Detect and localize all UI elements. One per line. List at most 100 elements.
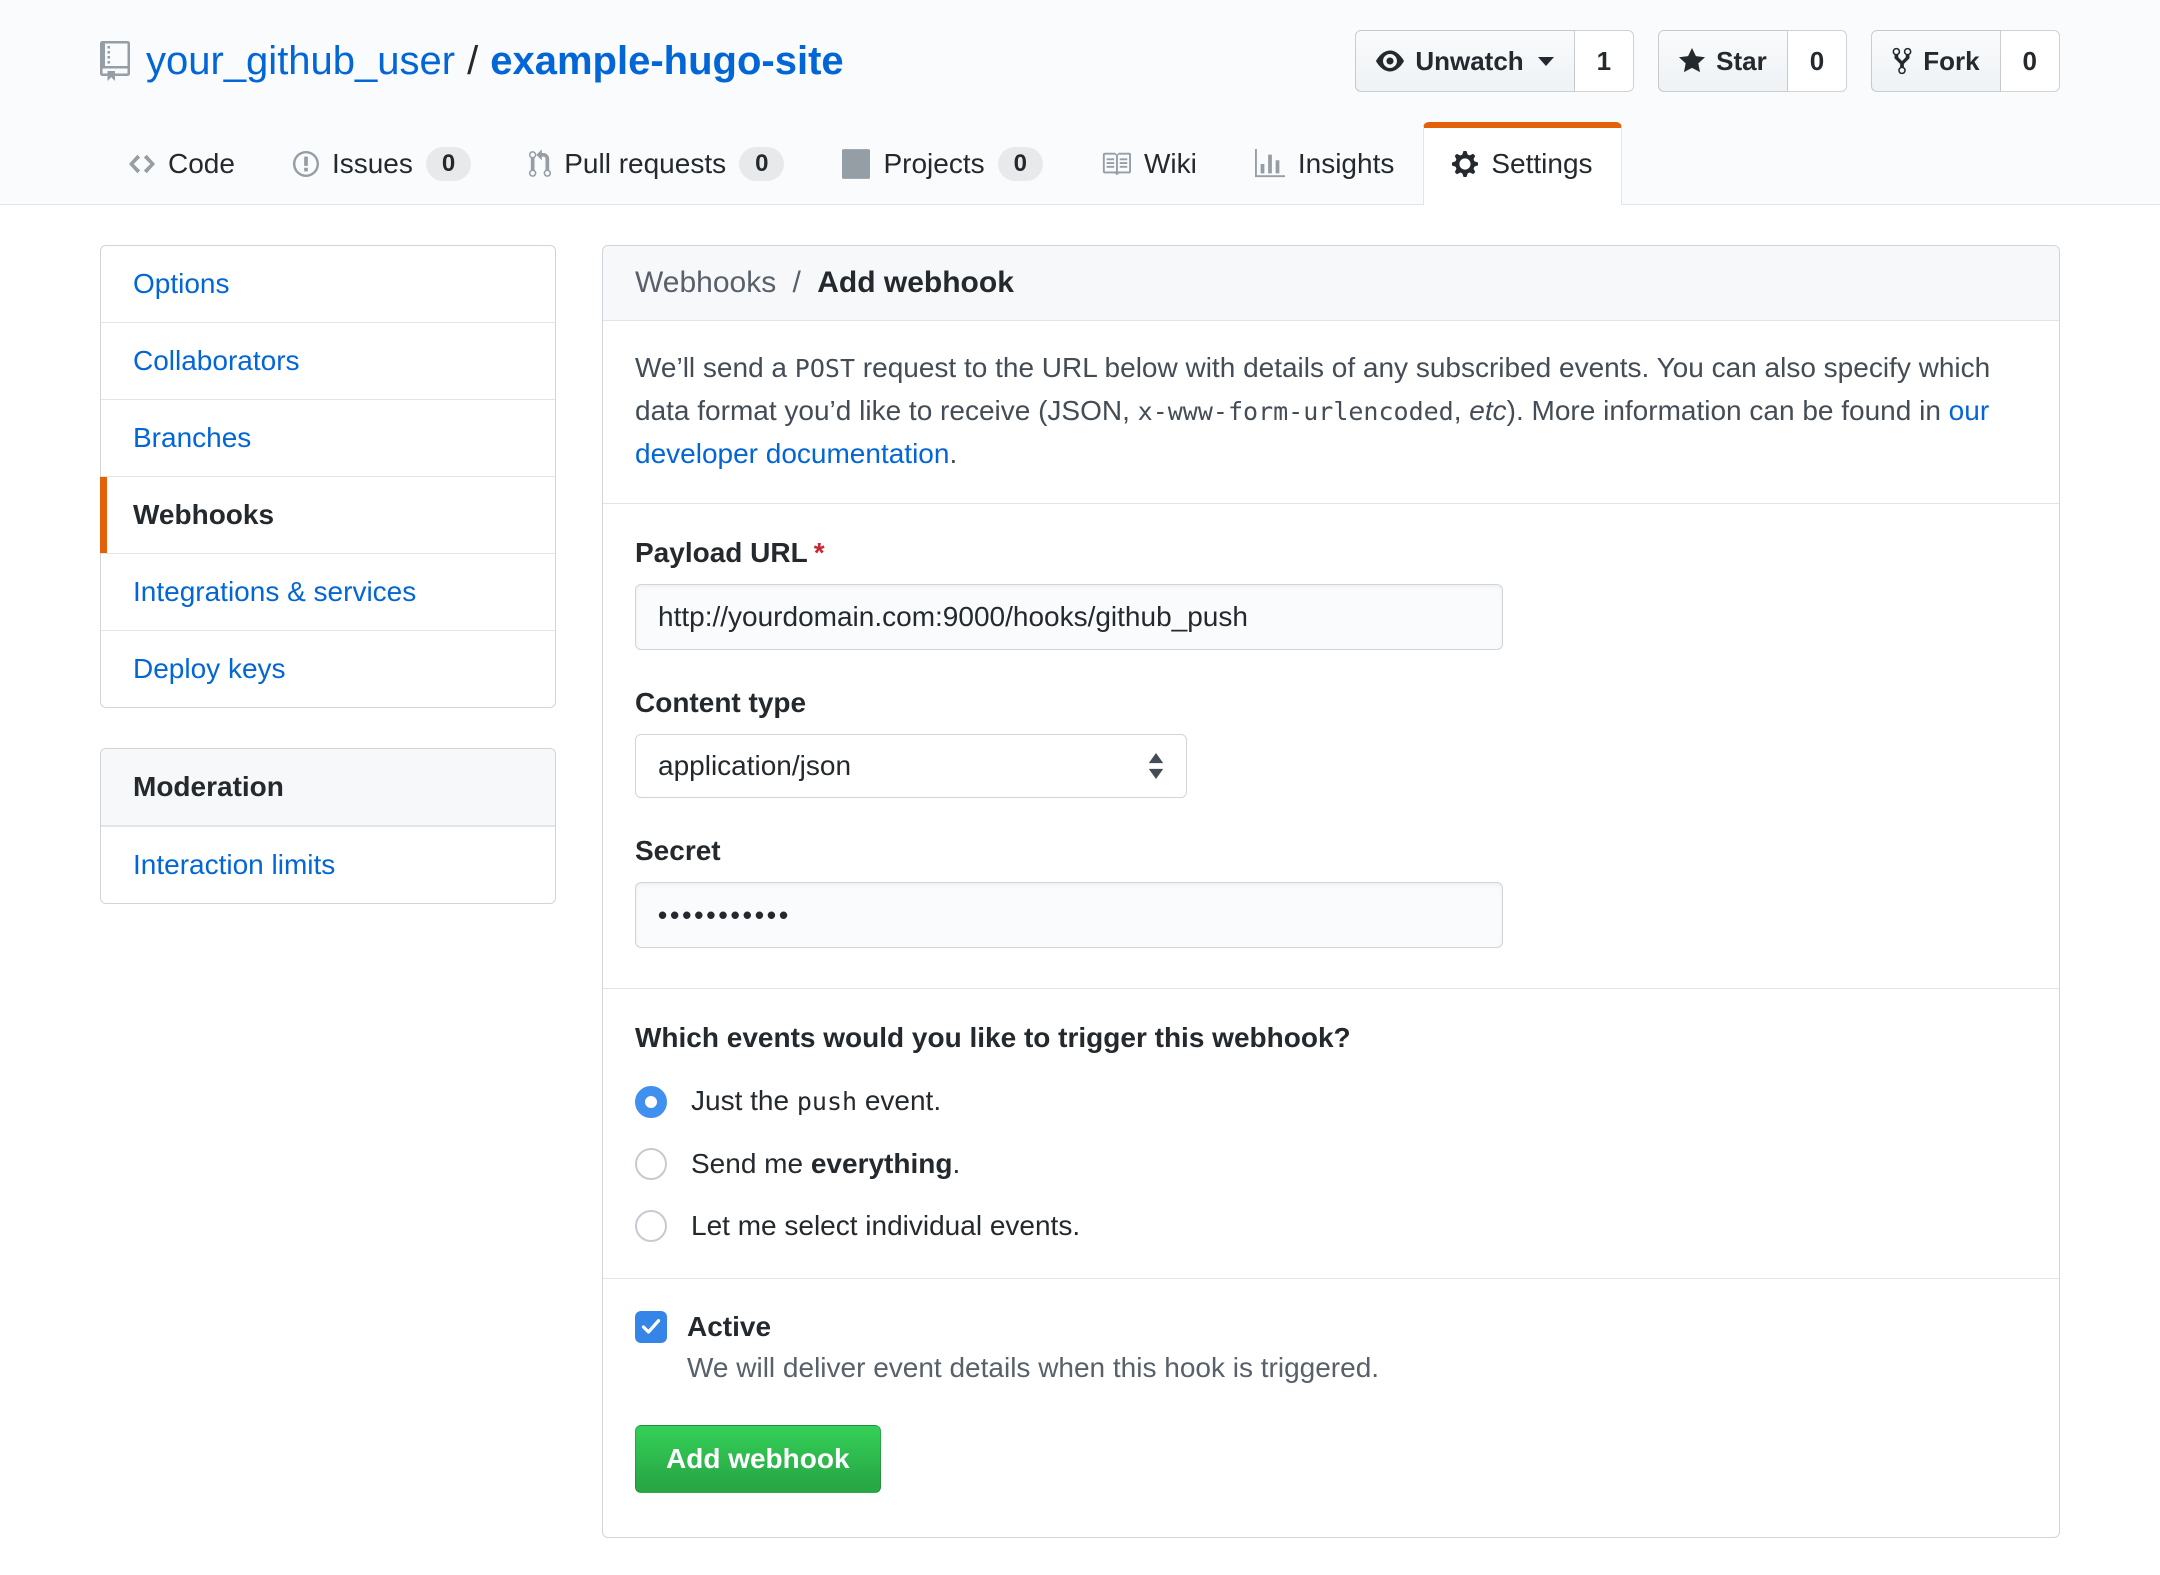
everything-bold-text: everything bbox=[811, 1148, 953, 1179]
breadcrumb-webhooks-link[interactable]: Webhooks bbox=[635, 266, 776, 299]
sidebar-item-webhooks[interactable]: Webhooks bbox=[101, 476, 555, 553]
eye-icon bbox=[1376, 47, 1404, 75]
tab-projects[interactable]: Projects 0 bbox=[813, 122, 1072, 205]
sidebar-item-deploy-keys[interactable]: Deploy keys bbox=[101, 630, 555, 707]
repo-owner-link[interactable]: your_github_user bbox=[146, 39, 455, 84]
description-text: ). More information can be found in bbox=[1507, 395, 1949, 426]
caret-down-icon bbox=[1538, 57, 1554, 66]
project-icon bbox=[842, 149, 870, 179]
issues-counter: 0 bbox=[426, 147, 471, 181]
radio-push-pre: Just the bbox=[691, 1085, 797, 1116]
add-webhook-button[interactable]: Add webhook bbox=[635, 1425, 881, 1493]
sidebar-item-options[interactable]: Options bbox=[101, 246, 555, 322]
content-type-group: Content type application/json bbox=[635, 686, 2027, 798]
select-arrows-icon bbox=[1148, 753, 1164, 779]
tab-settings[interactable]: Settings bbox=[1423, 122, 1621, 205]
fork-button[interactable]: Fork bbox=[1871, 30, 2000, 92]
breadcrumb-separator: / bbox=[793, 266, 801, 299]
repo-tabnav: Code Issues 0 Pull requests 0 Projects 0… bbox=[100, 122, 2060, 205]
tab-pull-requests-label: Pull requests bbox=[564, 149, 726, 179]
webhook-panel: Webhooks / Add webhook We’ll send a POST… bbox=[602, 245, 2060, 1538]
urlencoded-code-text: x-www-form-urlencoded bbox=[1138, 397, 1454, 426]
active-section: Active We will deliver event details whe… bbox=[603, 1279, 2059, 1537]
sidebar-item-collaborators[interactable]: Collaborators bbox=[101, 322, 555, 399]
projects-counter: 0 bbox=[998, 147, 1043, 181]
radio-row-push: Just the push event. bbox=[635, 1085, 2027, 1118]
events-section: Which events would you like to trigger t… bbox=[603, 989, 2059, 1279]
pull-request-icon bbox=[529, 149, 551, 179]
star-button-group: Star 0 bbox=[1658, 30, 1847, 92]
issue-icon bbox=[293, 149, 319, 179]
radio-everything-post: . bbox=[952, 1148, 960, 1179]
radio-just-push[interactable] bbox=[635, 1086, 667, 1118]
stargazers-count[interactable]: 0 bbox=[1788, 30, 1847, 92]
watch-button-group: Unwatch 1 bbox=[1355, 30, 1634, 92]
tab-issues[interactable]: Issues 0 bbox=[264, 122, 500, 205]
gear-icon bbox=[1452, 149, 1478, 179]
radio-push-post: event. bbox=[857, 1085, 941, 1116]
radio-row-individual: Let me select individual events. bbox=[635, 1210, 2027, 1242]
post-code-text: POST bbox=[795, 354, 855, 383]
tab-issues-label: Issues bbox=[332, 149, 413, 179]
repo-title: your_github_user / example-hugo-site bbox=[100, 39, 844, 84]
sidebar-item-interaction-limits[interactable]: Interaction limits bbox=[101, 826, 555, 903]
tab-wiki-label: Wiki bbox=[1144, 149, 1197, 179]
description-text: We’ll send a bbox=[635, 352, 795, 383]
settings-sidebar: Options Collaborators Branches Webhooks … bbox=[100, 245, 556, 904]
radio-individual-events[interactable] bbox=[635, 1210, 667, 1242]
book-icon bbox=[1101, 149, 1131, 179]
required-asterisk: * bbox=[814, 537, 825, 568]
tab-insights-label: Insights bbox=[1298, 149, 1395, 179]
active-checkbox[interactable] bbox=[635, 1311, 667, 1343]
tab-insights[interactable]: Insights bbox=[1226, 122, 1424, 205]
secret-input[interactable] bbox=[635, 882, 1503, 948]
pull-requests-counter: 0 bbox=[739, 147, 784, 181]
description-text: , bbox=[1454, 395, 1470, 426]
graph-icon bbox=[1255, 149, 1285, 179]
repo-name-link[interactable]: example-hugo-site bbox=[490, 39, 843, 84]
radio-everything-label: Send me everything. bbox=[691, 1148, 960, 1180]
payload-url-group: Payload URL* bbox=[635, 536, 2027, 650]
moderation-header: Moderation bbox=[101, 749, 555, 826]
star-label: Star bbox=[1716, 46, 1767, 77]
moderation-menu: Moderation Interaction limits bbox=[100, 748, 556, 904]
etc-italic-text: etc bbox=[1469, 395, 1506, 426]
forks-count[interactable]: 0 bbox=[2001, 30, 2060, 92]
repo-icon bbox=[100, 41, 130, 81]
tab-pull-requests[interactable]: Pull requests 0 bbox=[500, 122, 813, 205]
payload-url-label-text: Payload URL bbox=[635, 537, 808, 568]
description-text: . bbox=[949, 438, 957, 469]
tab-projects-label: Projects bbox=[883, 149, 984, 179]
active-description: We will deliver event details when this … bbox=[687, 1351, 2027, 1385]
sidebar-item-branches[interactable]: Branches bbox=[101, 399, 555, 476]
repo-header: your_github_user / example-hugo-site Unw… bbox=[0, 0, 2160, 205]
settings-menu: Options Collaborators Branches Webhooks … bbox=[100, 245, 556, 708]
secret-label: Secret bbox=[635, 834, 2027, 868]
active-label: Active bbox=[687, 1311, 771, 1343]
payload-url-input[interactable] bbox=[635, 584, 1503, 650]
push-code-text: push bbox=[797, 1087, 857, 1116]
repo-actions: Unwatch 1 Star 0 Fork bbox=[1355, 30, 2060, 92]
webhook-description: We’ll send a POST request to the URL bel… bbox=[603, 321, 2059, 504]
code-icon bbox=[129, 149, 155, 179]
repo-separator: / bbox=[467, 39, 478, 84]
content-type-select[interactable]: application/json bbox=[635, 734, 1187, 798]
unwatch-button[interactable]: Unwatch bbox=[1355, 30, 1574, 92]
watchers-count[interactable]: 1 bbox=[1575, 30, 1634, 92]
radio-everything[interactable] bbox=[635, 1148, 667, 1180]
breadcrumb: Webhooks / Add webhook bbox=[603, 246, 2059, 321]
webhook-form: Payload URL* Content type application/js… bbox=[603, 504, 2059, 989]
radio-row-everything: Send me everything. bbox=[635, 1148, 2027, 1180]
sidebar-item-integrations[interactable]: Integrations & services bbox=[101, 553, 555, 630]
repo-title-row: your_github_user / example-hugo-site Unw… bbox=[100, 28, 2060, 94]
radio-individual-events-label: Let me select individual events. bbox=[691, 1210, 1080, 1242]
fork-label: Fork bbox=[1923, 46, 1979, 77]
tab-wiki[interactable]: Wiki bbox=[1072, 122, 1226, 205]
events-heading: Which events would you like to trigger t… bbox=[635, 1021, 2027, 1055]
payload-url-label: Payload URL* bbox=[635, 536, 2027, 570]
star-icon bbox=[1679, 46, 1705, 76]
tab-code[interactable]: Code bbox=[100, 122, 264, 205]
secret-group: Secret bbox=[635, 834, 2027, 948]
fork-button-group: Fork 0 bbox=[1871, 30, 2060, 92]
star-button[interactable]: Star bbox=[1658, 30, 1788, 92]
